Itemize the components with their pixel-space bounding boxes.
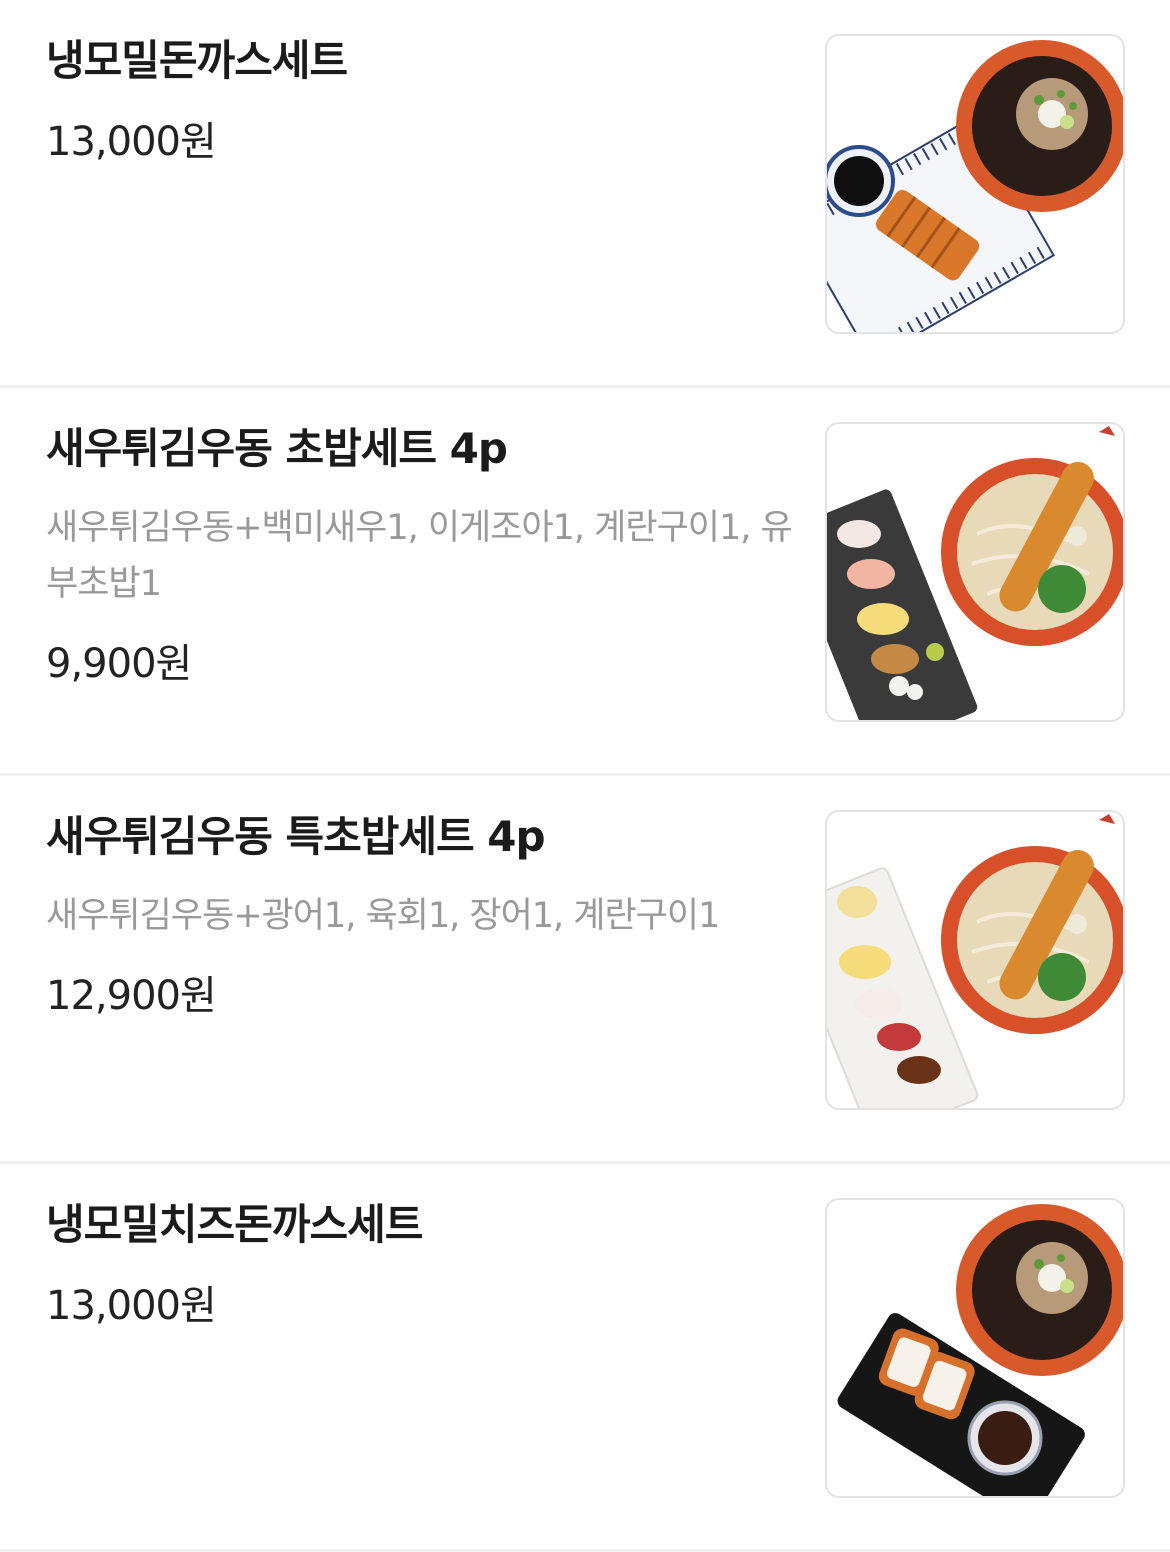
menu-item[interactable]: 냉모밀돈까스세트 13,000원 [0, 0, 1170, 388]
menu-item-price: 13,000원 [46, 1283, 217, 1329]
menu-item-info: 새우튀김우동 초밥세트 4p 새우튀김우동+백미새우1, 이게조아1, 계란구이… [46, 420, 806, 692]
menu-item-photo[interactable] [825, 34, 1125, 334]
menu-item-price: 9,900원 [46, 641, 192, 687]
menu-item[interactable]: 새우튀김우동 특초밥세트 4p 새우튀김우동+광어1, 육회1, 장어1, 계란… [0, 776, 1170, 1164]
menu-item-price: 13,000원 [46, 119, 217, 165]
menu-item-photo[interactable] [825, 1198, 1125, 1498]
menu-item-description: 새우튀김우동+백미새우1, 이게조아1, 계란구이1, 유부초밥1 [46, 508, 793, 604]
menu-item-photo[interactable] [825, 810, 1125, 1110]
menu-item-name: 새우튀김우동 특초밥세트 4p [46, 812, 546, 861]
menu-item-description: 새우튀김우동+광어1, 육회1, 장어1, 계란구이1 [46, 896, 720, 936]
menu-item-name: 냉모밀치즈돈까스세트 [46, 1200, 423, 1249]
menu-item-price: 12,900원 [46, 973, 217, 1019]
menu-item-info: 냉모밀돈까스세트 13,000원 [46, 32, 806, 170]
menu-item-info: 새우튀김우동 특초밥세트 4p 새우튀김우동+광어1, 육회1, 장어1, 계란… [46, 808, 806, 1024]
menu-item-name: 냉모밀돈까스세트 [46, 36, 348, 85]
menu-item[interactable]: 새우튀김우동 초밥세트 4p 새우튀김우동+백미새우1, 이게조아1, 계란구이… [0, 388, 1170, 776]
menu-item-photo[interactable] [825, 422, 1125, 722]
menu-item-info: 냉모밀치즈돈까스세트 13,000원 [46, 1196, 806, 1334]
menu-list: 냉모밀돈까스세트 13,000원 새우튀김우동 초밥세트 4p 새우튀김우동+백… [0, 0, 1170, 1552]
menu-item[interactable]: 냉모밀치즈돈까스세트 13,000원 [0, 1164, 1170, 1552]
menu-item-name: 새우튀김우동 초밥세트 4p [46, 424, 508, 473]
